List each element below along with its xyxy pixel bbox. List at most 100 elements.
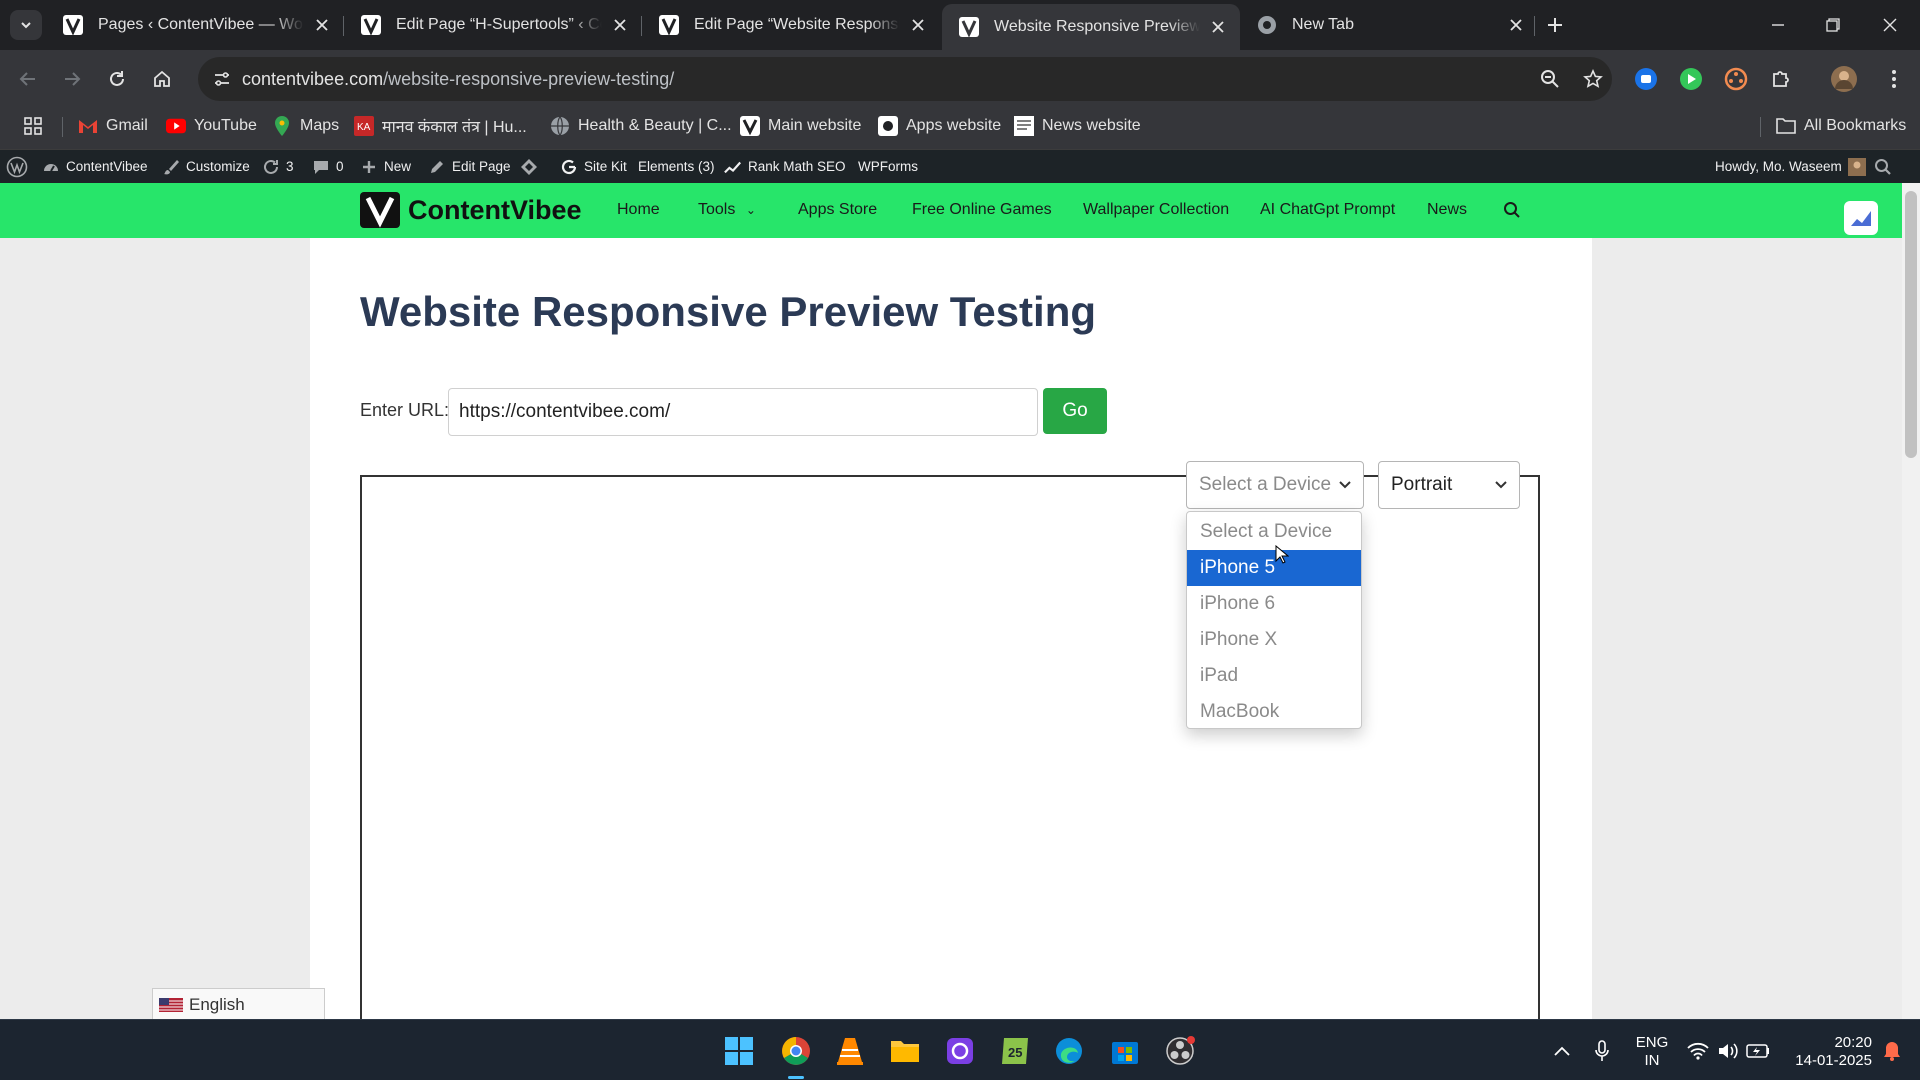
device-option[interactable]: iPad (1187, 658, 1361, 694)
orientation-select[interactable]: Portrait (1378, 461, 1520, 509)
battery-icon[interactable] (1742, 1035, 1774, 1067)
comment-icon (312, 158, 330, 176)
back-icon[interactable] (12, 63, 44, 95)
scrollbar-thumb[interactable] (1905, 191, 1917, 458)
home-icon[interactable] (146, 63, 178, 95)
window-close-icon[interactable] (1868, 8, 1912, 42)
bookmark-youtube[interactable]: YouTube (166, 108, 257, 144)
volume-icon[interactable] (1712, 1035, 1744, 1067)
bookmark-star-icon[interactable] (1583, 69, 1603, 89)
input-language[interactable]: ENG IN (1630, 1034, 1674, 1070)
diamond-plugin-icon[interactable] (520, 150, 538, 183)
microsoft-store-icon[interactable] (1109, 1035, 1141, 1067)
contentvibee-favicon (958, 16, 980, 38)
new-tab-plus-icon[interactable] (1540, 10, 1570, 40)
extension-green-icon[interactable] (1675, 63, 1707, 95)
contentvibee-favicon (658, 14, 680, 36)
nav-tools[interactable]: Tools ⌄ (698, 201, 756, 219)
wp-site-name[interactable]: ContentVibee (42, 150, 148, 183)
wifi-icon[interactable] (1682, 1035, 1714, 1067)
nav-free-online-games[interactable]: Free Online Games (912, 201, 1052, 219)
menu-kebab-icon[interactable] (1878, 63, 1910, 95)
nav-wallpaper-collection[interactable]: Wallpaper Collection (1083, 201, 1229, 219)
close-icon[interactable] (1208, 17, 1228, 37)
device-select-value: Select a Device (1199, 474, 1332, 495)
device-option[interactable]: MacBook (1187, 694, 1361, 730)
nav-apps-store[interactable]: Apps Store (798, 201, 877, 219)
nav-ai-chatgpt-prompt[interactable]: AI ChatGpt Prompt (1260, 201, 1395, 219)
bookmark-gmail[interactable]: Gmail (78, 108, 148, 144)
wp-rank-math[interactable]: Rank Math SEO (724, 150, 846, 183)
site-logo[interactable]: ContentVibee (360, 192, 582, 228)
apps-grid-icon[interactable] (20, 108, 46, 144)
wp-edit-page[interactable]: Edit Page (428, 150, 511, 183)
browser-tab-5[interactable]: New Tab (1240, 6, 1538, 44)
bookmark-apps-website[interactable]: Apps website (878, 108, 1001, 144)
wp-howdy[interactable]: Howdy, Mo. Waseem (1715, 150, 1866, 183)
bookmark-health-beauty[interactable]: Health & Beauty | C... (550, 108, 732, 144)
wp-new[interactable]: New (360, 150, 411, 183)
restore-icon[interactable] (1811, 8, 1855, 42)
nav-news[interactable]: News (1427, 201, 1467, 219)
chrome-icon[interactable] (780, 1035, 812, 1067)
vlc-icon[interactable] (834, 1035, 866, 1067)
url-input[interactable] (448, 388, 1038, 436)
device-option[interactable]: iPhone 6 (1187, 586, 1361, 622)
app-25-icon[interactable]: 25 (999, 1035, 1031, 1067)
browser-tab-1[interactable]: Pages ‹ ContentVibee — WordPress (46, 6, 344, 44)
site-info-icon[interactable] (212, 69, 232, 89)
bookmark-hindi-article[interactable]: KA मानव कंकाल तंत्र | Hu... (354, 108, 527, 144)
wp-updates[interactable]: 3 (262, 150, 294, 183)
all-bookmarks[interactable]: All Bookmarks (1776, 108, 1906, 144)
wp-comments[interactable]: 0 (312, 150, 344, 183)
zoom-icon[interactable] (1540, 69, 1560, 89)
browser-tab-3[interactable]: Edit Page “Website Responsive Preview (642, 6, 940, 44)
extension-blue-icon[interactable] (1630, 63, 1662, 95)
chevron-down-icon (1495, 481, 1507, 489)
wp-site-kit[interactable]: Site Kit (560, 150, 627, 183)
go-button[interactable]: Go (1043, 388, 1107, 434)
close-icon[interactable] (908, 15, 928, 35)
minimize-icon[interactable] (1756, 8, 1800, 42)
device-option[interactable]: iPhone X (1187, 622, 1361, 658)
extension-film-icon[interactable] (1720, 63, 1752, 95)
wp-search-icon[interactable] (1874, 150, 1892, 183)
wp-elements[interactable]: Elements (3) (638, 150, 715, 183)
wordpress-logo-icon[interactable] (6, 150, 28, 183)
obs-icon[interactable] (1164, 1035, 1196, 1067)
notification-bell-icon[interactable] (1876, 1035, 1908, 1067)
address-bar[interactable]: contentvibee.com/website-responsive-prev… (198, 57, 1612, 101)
close-icon[interactable] (610, 15, 630, 35)
reload-icon[interactable] (101, 63, 133, 95)
chart-widget-icon[interactable] (1844, 201, 1878, 235)
microphone-icon[interactable] (1586, 1035, 1618, 1067)
url-label: Enter URL: (360, 400, 450, 420)
tray-overflow-chevron-icon[interactable] (1546, 1035, 1578, 1067)
close-icon[interactable] (1506, 15, 1526, 35)
close-icon[interactable] (312, 15, 332, 35)
us-flag-icon (159, 997, 183, 1013)
page-scrollbar[interactable] (1902, 183, 1920, 1019)
bookmark-news-website[interactable]: News website (1014, 108, 1141, 144)
bookmark-main-website[interactable]: Main website (740, 108, 861, 144)
edge-icon[interactable] (1053, 1035, 1085, 1067)
dashboard-icon (42, 158, 60, 176)
nav-home[interactable]: Home (617, 201, 660, 219)
device-select[interactable]: Select a Device (1186, 461, 1364, 509)
bookmark-maps[interactable]: Maps (272, 108, 339, 144)
profile-avatar[interactable] (1828, 63, 1860, 95)
clock[interactable]: 20:20 14-01-2025 (1782, 1034, 1872, 1070)
language-switcher[interactable]: English (152, 988, 325, 1019)
wp-customize[interactable]: Customize (162, 150, 250, 183)
screen-recorder-icon[interactable] (944, 1035, 976, 1067)
browser-tab-2[interactable]: Edit Page “H-Supertools” ‹ ContentVibee (344, 6, 642, 44)
forward-icon[interactable] (56, 63, 88, 95)
tab-search-button[interactable] (10, 10, 42, 40)
search-icon[interactable] (1503, 201, 1521, 219)
file-explorer-icon[interactable] (889, 1035, 921, 1067)
windows-start-icon[interactable] (723, 1035, 755, 1067)
globe-icon (550, 116, 570, 136)
browser-tab-active[interactable]: Website Responsive Preview Testing (942, 4, 1240, 50)
wp-wpforms[interactable]: WPForms (858, 150, 918, 183)
extensions-puzzle-icon[interactable] (1765, 63, 1797, 95)
